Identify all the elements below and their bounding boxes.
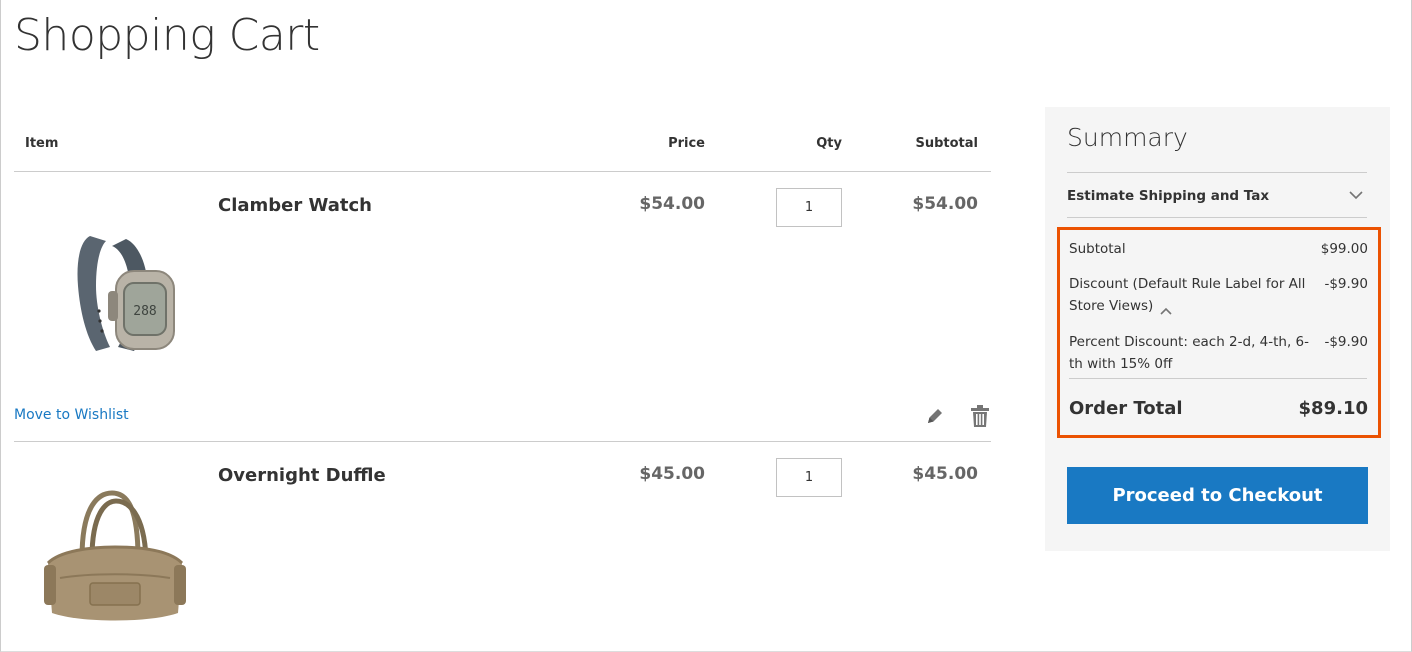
discount-label-text: Discount (Default Rule Label for All Sto… <box>1069 276 1306 314</box>
proceed-to-checkout-button[interactable]: Proceed to Checkout <box>1067 467 1368 524</box>
order-summary-panel: Summary Estimate Shipping and Tax Subtot… <box>1045 107 1390 551</box>
column-header-qty: Qty <box>816 136 842 151</box>
discount-label[interactable]: Discount (Default Rule Label for All Sto… <box>1069 273 1309 317</box>
percent-discount-value: -$9.90 <box>1324 334 1368 350</box>
edit-icon[interactable] <box>924 405 946 427</box>
product-price: $54.00 <box>639 194 705 214</box>
product-subtotal: $54.00 <box>912 194 978 214</box>
totals-divider <box>1069 378 1367 379</box>
product-image-watch[interactable]: 288 <box>30 201 200 371</box>
column-header-price: Price <box>668 136 705 151</box>
column-header-subtotal: Subtotal <box>915 136 978 151</box>
quantity-input[interactable]: 1 <box>776 458 842 497</box>
estimate-shipping-toggle[interactable]: Estimate Shipping and Tax <box>1067 188 1269 204</box>
subtotal-value: $99.00 <box>1320 241 1368 257</box>
page-title: Shopping Cart <box>14 10 320 61</box>
product-subtotal: $45.00 <box>912 464 978 484</box>
percent-discount-label: Percent Discount: each 2-d, 4-th, 6-th w… <box>1069 334 1310 372</box>
cart-item-row: 288 Clamber Watch $54.00 1 $54.00 Move t… <box>14 173 991 442</box>
product-image-duffle[interactable] <box>30 463 200 633</box>
order-total-value: $89.10 <box>1298 398 1368 419</box>
chevron-down-icon[interactable] <box>1348 187 1364 201</box>
summary-divider <box>1067 217 1367 218</box>
summary-title: Summary <box>1067 123 1188 152</box>
column-header-item: Item <box>25 136 59 151</box>
quantity-input[interactable]: 1 <box>776 188 842 227</box>
product-name[interactable]: Overnight Duffle <box>218 465 386 486</box>
cart-item-row: Overnight Duffle $45.00 1 $45.00 <box>14 443 991 648</box>
summary-divider <box>1067 172 1367 173</box>
discount-value: -$9.90 <box>1324 276 1368 292</box>
product-name[interactable]: Clamber Watch <box>218 195 372 216</box>
trash-icon[interactable] <box>969 404 991 428</box>
move-to-wishlist-link[interactable]: Move to Wishlist <box>14 407 129 423</box>
subtotal-label: Subtotal <box>1069 241 1126 257</box>
product-price: $45.00 <box>639 464 705 484</box>
totals-highlight-box: Subtotal $99.00 Discount (Default Rule L… <box>1057 227 1381 438</box>
svg-text:288: 288 <box>133 304 156 319</box>
cart-table-header: Item Price Qty Subtotal <box>14 126 991 172</box>
chevron-up-icon[interactable] <box>1159 301 1173 315</box>
order-total-label: Order Total <box>1069 398 1183 419</box>
